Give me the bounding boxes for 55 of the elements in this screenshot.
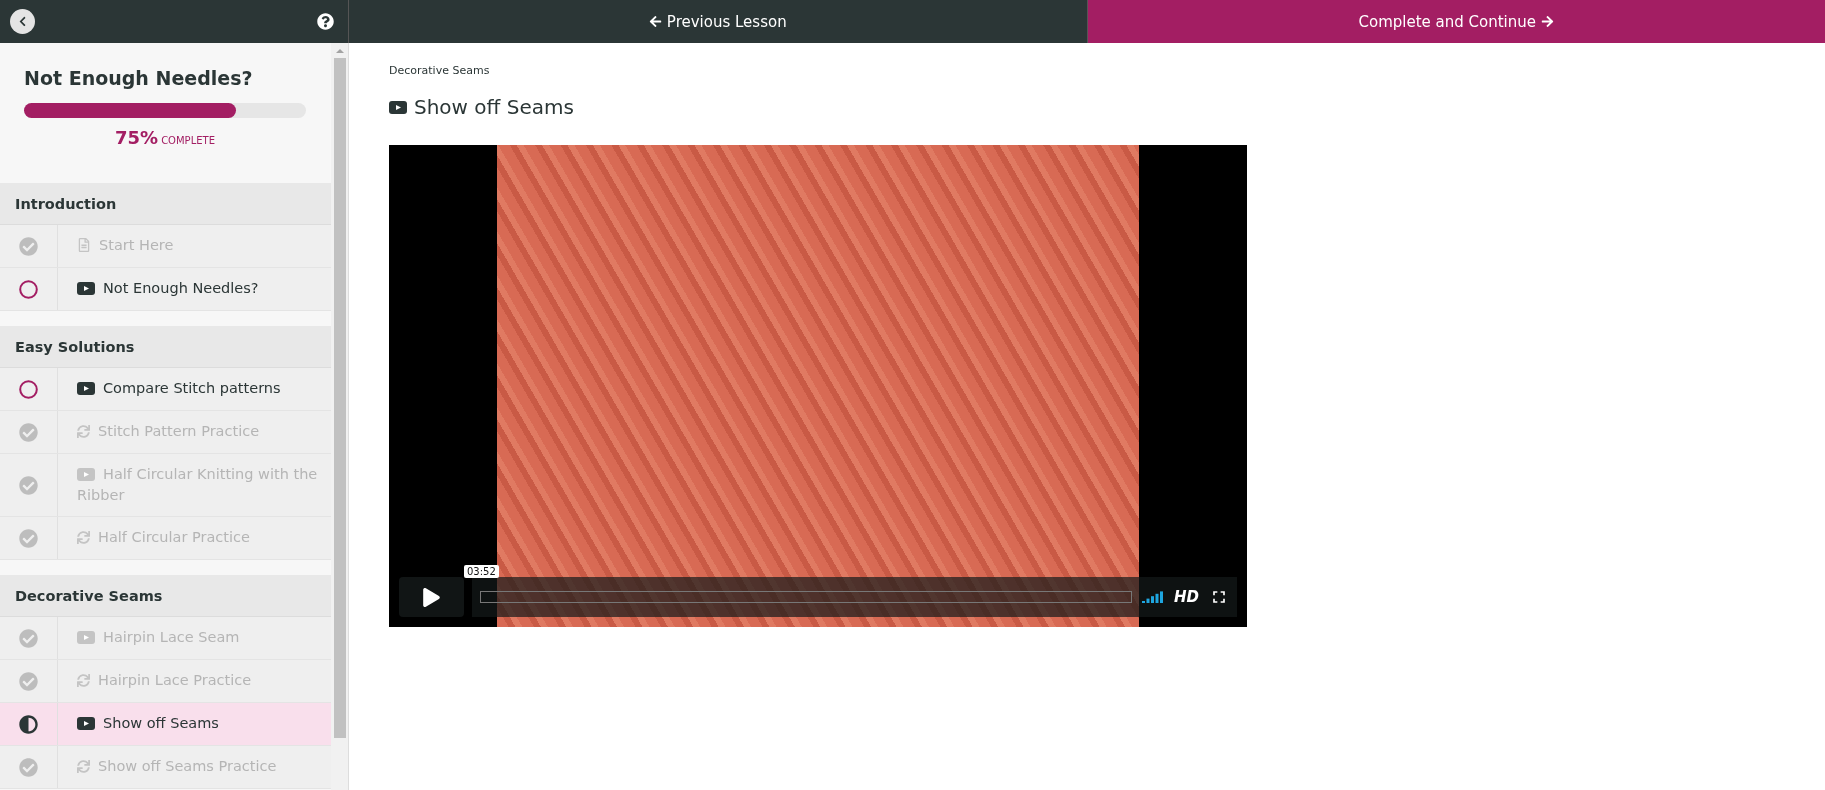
help-button[interactable] xyxy=(317,13,334,30)
course-title: Not Enough Needles? xyxy=(24,67,254,89)
lesson-row[interactable]: Compare Stitch patterns xyxy=(0,368,331,411)
section-header: Easy Solutions xyxy=(0,326,331,368)
play-button[interactable] xyxy=(399,577,464,617)
complete-continue-button[interactable]: Complete and Continue xyxy=(1087,0,1825,43)
video-icon xyxy=(77,282,95,295)
lesson-link[interactable]: Half Circular Practice xyxy=(58,517,331,559)
lesson-row[interactable]: Stitch Pattern Practice xyxy=(0,411,331,454)
video-player[interactable]: 03:52 HD xyxy=(389,145,1247,627)
scrollbar[interactable] xyxy=(331,43,348,790)
time-tooltip: 03:52 xyxy=(464,565,499,578)
lesson-row[interactable]: Not Enough Needles? xyxy=(0,268,331,311)
lesson-row[interactable]: Hairpin Lace Practice xyxy=(0,660,331,703)
play-icon xyxy=(422,587,441,607)
lesson-link[interactable]: Compare Stitch patterns xyxy=(58,368,331,410)
lesson-link[interactable]: Not Enough Needles? xyxy=(58,268,331,310)
help-icon xyxy=(317,13,334,30)
lesson-title: Show off Seams xyxy=(414,95,574,119)
video-icon xyxy=(389,100,407,114)
arrow-right-icon xyxy=(1541,15,1554,28)
back-button[interactable] xyxy=(10,9,35,34)
lesson-row[interactable]: Show off Seams xyxy=(0,703,331,746)
lesson-link[interactable]: Show off Seams xyxy=(58,703,331,745)
hd-toggle[interactable]: HD xyxy=(1174,588,1199,606)
progress-label: COMPLETE xyxy=(161,135,215,146)
lesson-row[interactable]: Show off Seams Practice xyxy=(0,746,331,789)
refresh-icon xyxy=(77,531,90,544)
chevron-left-icon xyxy=(17,16,28,27)
lesson-link[interactable]: Hairpin Lace Seam xyxy=(58,617,331,659)
lesson-row[interactable]: Hairpin Lace Seam xyxy=(0,617,331,660)
section-header: Introduction xyxy=(0,183,331,225)
lesson-link[interactable]: Show off Seams Practice xyxy=(58,746,331,788)
video-icon xyxy=(77,468,95,481)
video-icon xyxy=(77,382,95,395)
lesson-link[interactable]: Half Circular Knitting with the Ribber xyxy=(58,454,331,516)
arrow-left-icon xyxy=(648,15,662,28)
section-header: Decorative Seams xyxy=(0,575,331,617)
refresh-icon xyxy=(77,760,90,773)
seek-bar[interactable] xyxy=(480,591,1132,603)
video-icon xyxy=(77,717,95,730)
video-icon xyxy=(77,631,95,644)
document-icon xyxy=(77,238,91,252)
lesson-row[interactable]: Half Circular Practice xyxy=(0,517,331,560)
breadcrumb: Decorative Seams xyxy=(389,64,491,77)
lesson-link[interactable]: Start Here xyxy=(58,225,331,267)
lesson-row[interactable]: Start Here xyxy=(0,225,331,268)
progress-percent: 75% xyxy=(115,127,159,148)
volume-icon[interactable] xyxy=(1142,591,1164,603)
refresh-icon xyxy=(77,425,90,438)
previous-lesson-button[interactable]: Previous Lesson xyxy=(349,0,1088,43)
lesson-link[interactable]: Stitch Pattern Practice xyxy=(58,411,331,453)
refresh-icon xyxy=(77,674,90,687)
lesson-link[interactable]: Hairpin Lace Practice xyxy=(58,660,331,702)
lesson-row[interactable]: Half Circular Knitting with the Ribber xyxy=(0,454,331,517)
